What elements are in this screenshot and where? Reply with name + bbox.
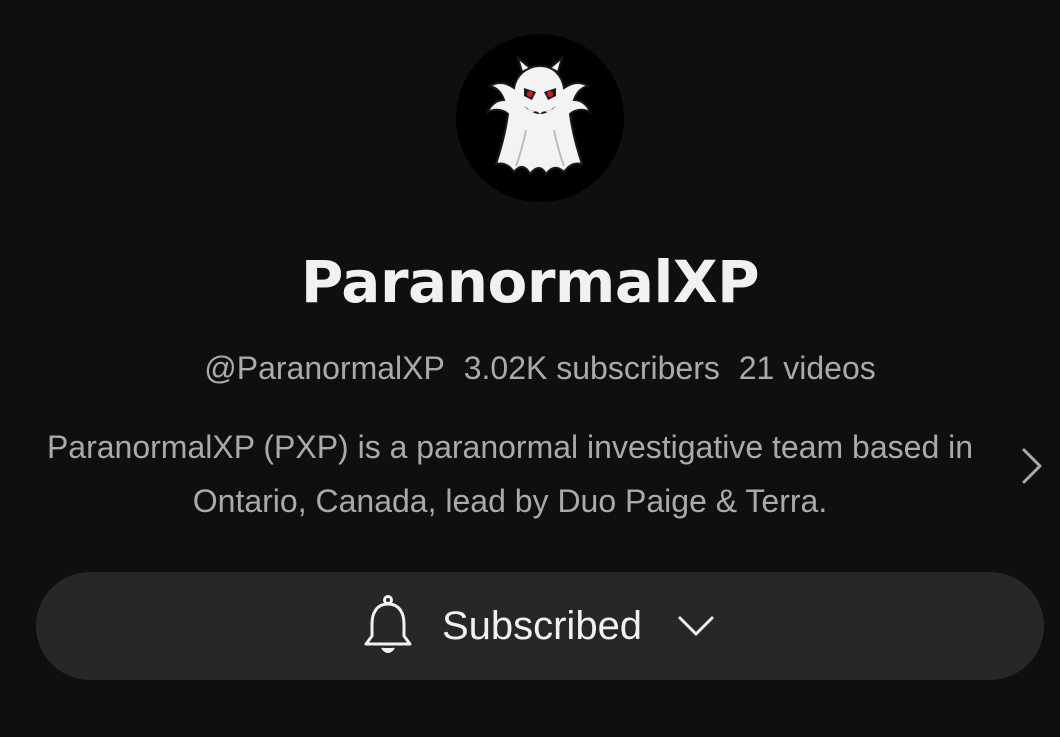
chevron-down-icon <box>678 616 714 636</box>
channel-meta: @ParanormalXP 3.02K subscribers 21 video… <box>0 350 1060 387</box>
channel-handle: @ParanormalXP <box>204 350 445 386</box>
channel-name: ParanormalXP <box>300 248 760 316</box>
bell-icon <box>364 595 412 653</box>
channel-avatar[interactable] <box>456 34 624 202</box>
ghost-icon <box>486 55 592 176</box>
subscriber-count: 3.02K subscribers <box>463 350 720 386</box>
subscribed-button[interactable]: Subscribed <box>36 572 1044 680</box>
subscribed-label: Subscribed <box>441 603 643 648</box>
channel-description[interactable]: ParanormalXP (PXP) is a paranormal inves… <box>40 420 980 528</box>
channel-header: ParanormalXP @ParanormalXP 3.02K subscri… <box>0 0 1060 737</box>
chevron-right-icon[interactable] <box>1014 444 1050 488</box>
video-count: 21 videos <box>738 350 876 386</box>
